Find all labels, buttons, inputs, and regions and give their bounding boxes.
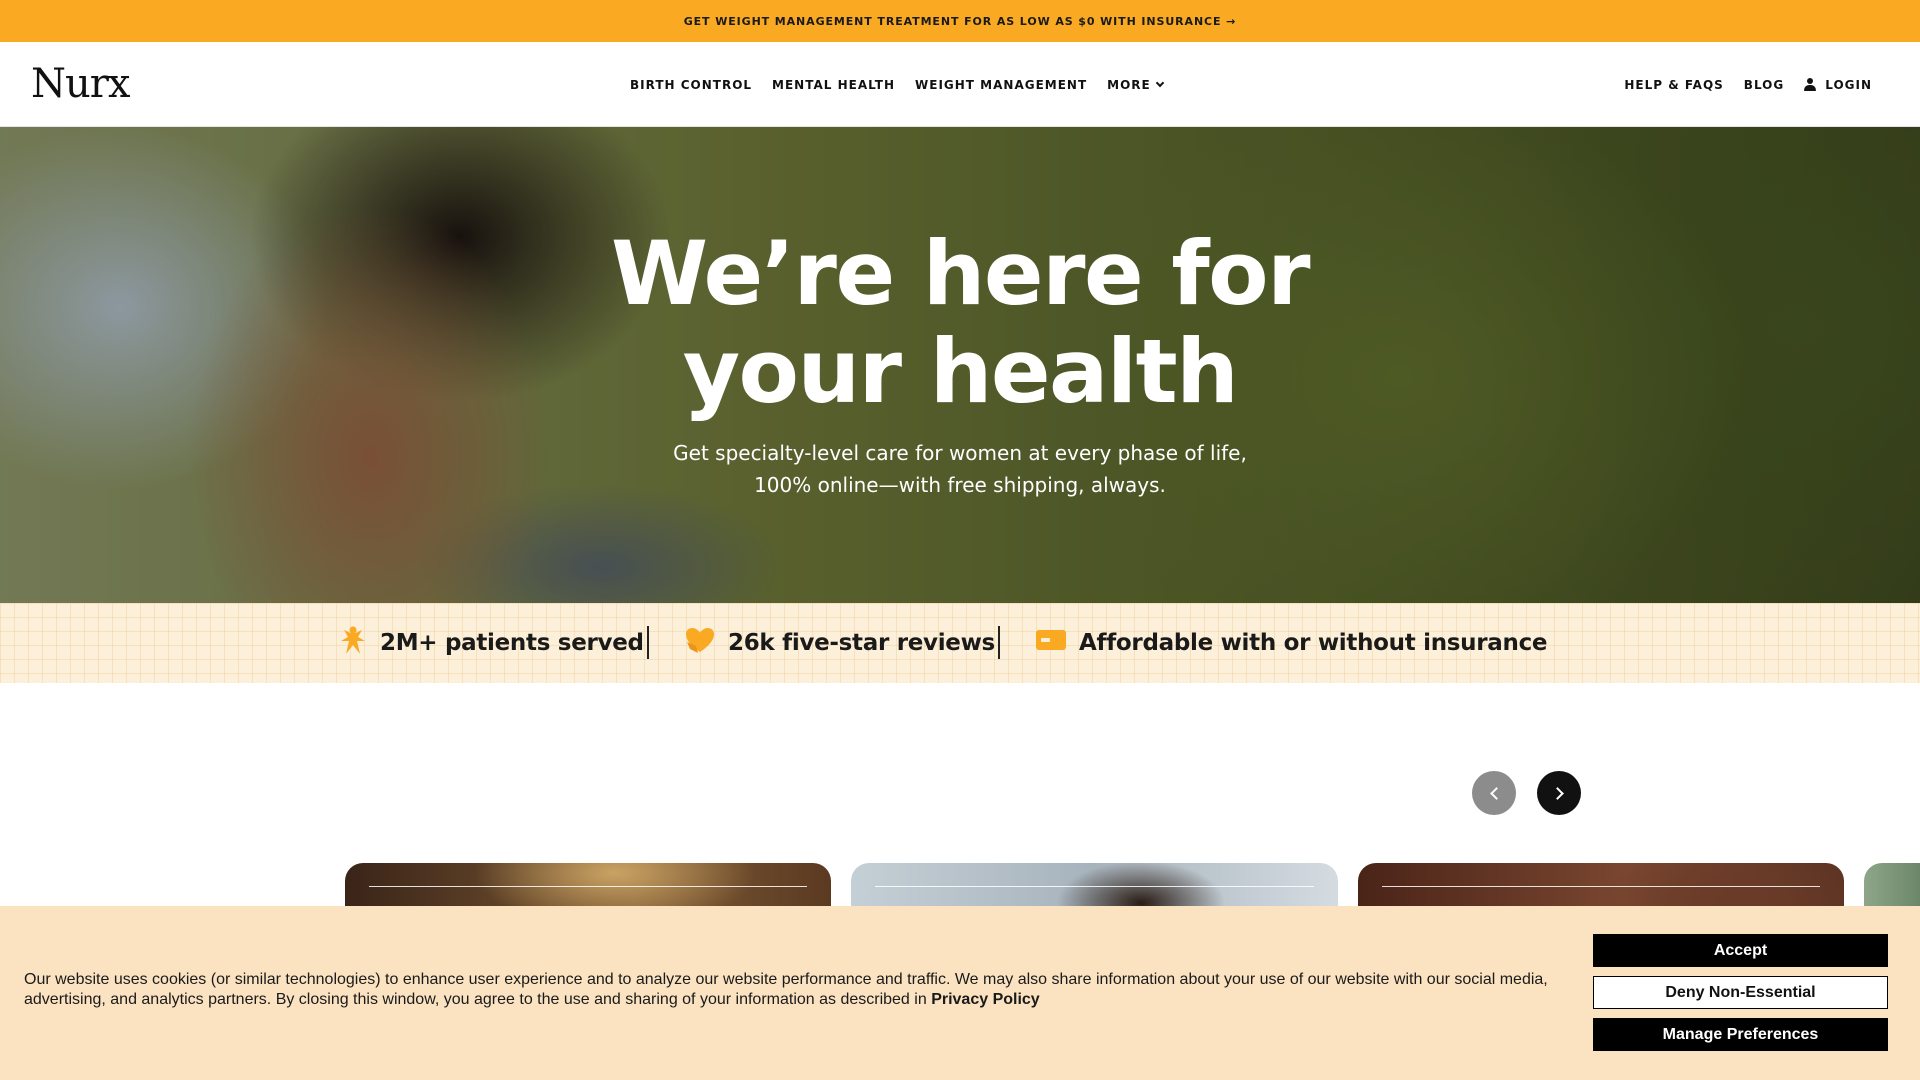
- hero-section: We’re here for your health Get specialty…: [0, 127, 1920, 603]
- nav-birth-control[interactable]: BIRTH CONTROL: [630, 78, 752, 92]
- logo[interactable]: Nurx: [31, 61, 130, 107]
- hero-title-line-1: We’re here for: [611, 222, 1310, 325]
- main-nav: BIRTH CONTROL MENTAL HEALTH WEIGHT MANAG…: [630, 42, 1183, 127]
- hero-title: We’re here for your health: [560, 225, 1360, 421]
- login-label: LOGIN: [1825, 77, 1872, 92]
- card-progress-line: [369, 886, 807, 887]
- stat-reviews: 26k five-star reviews: [684, 603, 995, 683]
- manage-preferences-button[interactable]: Manage Preferences: [1593, 1018, 1888, 1051]
- nav-help-faqs[interactable]: HELP & FAQS: [1624, 78, 1723, 92]
- promo-banner[interactable]: GET WEIGHT MANAGEMENT TREATMENT FOR AS L…: [0, 0, 1920, 42]
- nav-blog[interactable]: BLOG: [1744, 78, 1784, 92]
- person-star-icon: [338, 624, 368, 662]
- hero-subtitle-line-1: Get specialty-level care for women at ev…: [673, 441, 1247, 465]
- nav-more-label: MORE: [1107, 77, 1151, 92]
- card-icon: [1035, 629, 1067, 657]
- user-icon: [1804, 78, 1817, 91]
- stat-insurance-label: Affordable with or without insurance: [1079, 630, 1548, 656]
- card-progress-line: [1382, 886, 1820, 887]
- hero-title-line-2: your health: [682, 320, 1239, 423]
- hero-subtitle: Get specialty-level care for women at ev…: [560, 437, 1360, 501]
- carousel-next-button[interactable]: [1537, 771, 1581, 815]
- promo-text[interactable]: GET WEIGHT MANAGEMENT TREATMENT FOR AS L…: [684, 15, 1237, 28]
- cookie-message: Our website uses cookies (or similar tec…: [24, 970, 1564, 1010]
- stat-divider: [998, 626, 1000, 659]
- stat-divider: [647, 626, 649, 659]
- trust-stats-bar: 2M+ patients served 26k five-star review…: [0, 603, 1920, 683]
- stat-insurance: Affordable with or without insurance: [1035, 603, 1548, 683]
- heart-hand-icon: [684, 626, 716, 660]
- deny-non-essential-button[interactable]: Deny Non-Essential: [1593, 976, 1888, 1009]
- carousel-prev-button[interactable]: [1472, 771, 1516, 815]
- card-progress-line: [875, 886, 1314, 887]
- utility-nav: HELP & FAQS BLOG LOGIN: [1604, 42, 1872, 127]
- stat-patients-label: 2M+ patients served: [380, 630, 644, 656]
- privacy-policy-link[interactable]: Privacy Policy: [931, 991, 1040, 1008]
- chevron-down-icon: [1155, 78, 1164, 87]
- cookie-text: Our website uses cookies (or similar tec…: [24, 971, 1548, 1008]
- nav-more[interactable]: MORE: [1107, 77, 1164, 92]
- accept-cookies-button[interactable]: Accept: [1593, 934, 1888, 967]
- site-header: Nurx BIRTH CONTROL MENTAL HEALTH WEIGHT …: [0, 42, 1920, 127]
- nav-weight-management[interactable]: WEIGHT MANAGEMENT: [915, 78, 1087, 92]
- chevron-right-icon: [1550, 786, 1564, 800]
- nav-login[interactable]: LOGIN: [1804, 78, 1872, 92]
- hero-subtitle-line-2: 100% online—with free shipping, always.: [754, 473, 1166, 497]
- stat-reviews-label: 26k five-star reviews: [728, 630, 995, 656]
- nav-mental-health[interactable]: MENTAL HEALTH: [772, 78, 895, 92]
- stat-patients: 2M+ patients served: [338, 603, 644, 683]
- chevron-left-icon: [1489, 786, 1503, 800]
